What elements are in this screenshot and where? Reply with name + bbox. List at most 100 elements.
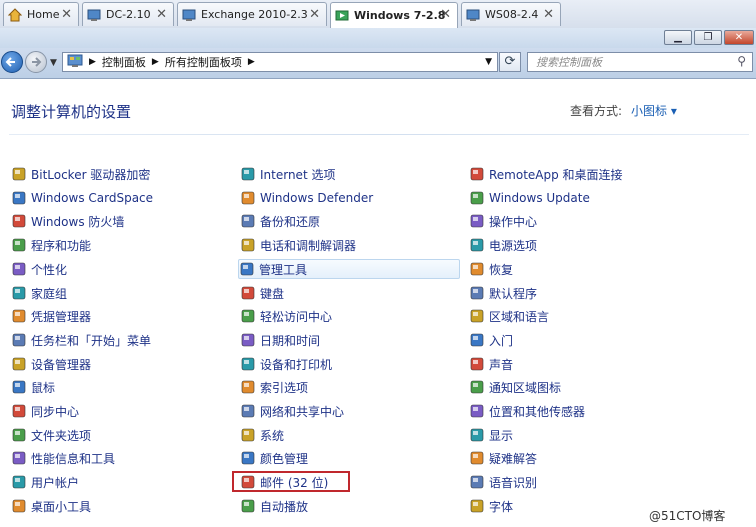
- control-panel-item[interactable]: 文件夹选项: [11, 425, 91, 445]
- control-panel-item[interactable]: 语音识别: [469, 472, 537, 492]
- close-tab-icon[interactable]: ✕: [543, 7, 554, 22]
- control-panel-item[interactable]: RemoteApp 和桌面连接: [469, 164, 623, 184]
- control-panel-item[interactable]: Windows CardSpace: [11, 188, 153, 208]
- address-dropdown-icon[interactable]: ▼: [485, 57, 492, 67]
- refresh-button[interactable]: ⟳: [499, 52, 521, 72]
- speech-icon: [469, 474, 485, 490]
- control-panel-item-label: Windows Update: [489, 191, 590, 205]
- recent-pages-dropdown[interactable]: ▼: [50, 58, 57, 68]
- control-panel-item[interactable]: 键盘: [240, 283, 284, 303]
- control-panel-item[interactable]: 声音: [469, 354, 513, 374]
- control-panel-item[interactable]: 恢复: [469, 259, 513, 279]
- watermark: @51CTO博客: [649, 509, 726, 523]
- control-panel-item[interactable]: Internet 选项: [240, 164, 335, 184]
- tab-dc[interactable]: DC-2.10 ✕: [82, 2, 174, 26]
- tab-label: Windows 7-2.8: [354, 9, 446, 22]
- control-panel-item-label: 颜色管理: [260, 451, 309, 466]
- control-panel-item[interactable]: 显示: [469, 425, 513, 445]
- personalization-icon: [11, 261, 27, 277]
- control-panel-item[interactable]: Windows Update: [469, 188, 590, 208]
- control-panel-item[interactable]: 疑难解答: [469, 448, 537, 468]
- close-tab-icon[interactable]: ✕: [156, 7, 167, 22]
- notification-icon: [469, 379, 485, 395]
- control-panel-item-label: 个性化: [31, 262, 68, 277]
- control-panel-item-label: 索引选项: [260, 380, 309, 395]
- control-panel-item[interactable]: 电源选项: [469, 235, 537, 255]
- tab-windows7[interactable]: Windows 7-2.8 ✕: [330, 2, 458, 28]
- control-panel-item-label: 系统: [260, 428, 285, 443]
- control-panel-item[interactable]: 自动播放: [240, 496, 308, 516]
- address-bar[interactable]: ▶ 控制面板 ▶ 所有控制面板项 ▶ ▼: [62, 52, 498, 72]
- breadcrumb-arrow-icon: ▶: [89, 57, 96, 67]
- control-panel-item-label: 任务栏和「开始」菜单: [31, 333, 152, 348]
- close-window-button[interactable]: ✕: [724, 30, 754, 45]
- control-panel-item[interactable]: 入门: [469, 330, 513, 350]
- control-panel-item-label: 凭据管理器: [31, 309, 92, 324]
- control-panel-item[interactable]: 颜色管理: [240, 448, 308, 468]
- control-panel-item-label: 字体: [489, 499, 514, 514]
- control-panel-item[interactable]: 凭据管理器: [11, 306, 91, 326]
- control-panel-item[interactable]: 性能信息和工具: [11, 448, 115, 468]
- control-panel-item[interactable]: Windows 防火墙: [11, 211, 124, 231]
- control-panel-item[interactable]: Windows Defender: [240, 188, 373, 208]
- back-button[interactable]: [1, 51, 23, 73]
- control-panel-item[interactable]: 网络和共享中心: [240, 401, 344, 421]
- control-panel-item[interactable]: 系统: [240, 425, 284, 445]
- control-panel-item[interactable]: 默认程序: [469, 283, 537, 303]
- control-panel-item[interactable]: 电话和调制解调器: [240, 235, 356, 255]
- breadcrumb-control-panel[interactable]: 控制面板: [102, 54, 146, 70]
- control-panel-item[interactable]: 桌面小工具: [11, 496, 91, 516]
- internet-options-icon: [240, 166, 256, 182]
- tab-home[interactable]: Home ✕: [3, 2, 79, 26]
- control-panel-item[interactable]: 管理工具: [238, 259, 460, 279]
- maximize-button[interactable]: ❐: [694, 30, 722, 45]
- close-tab-icon[interactable]: ✕: [61, 7, 72, 22]
- control-panel-item[interactable]: 同步中心: [11, 401, 79, 421]
- control-panel-item[interactable]: 家庭组: [11, 283, 67, 303]
- control-panel-item-label: 操作中心: [489, 214, 538, 229]
- control-panel-item[interactable]: 用户帐户: [11, 472, 79, 492]
- forward-button[interactable]: [25, 51, 47, 73]
- arrow-left-icon: [5, 57, 15, 67]
- tab-label: DC-2.10: [106, 8, 151, 21]
- close-tab-icon[interactable]: ✕: [440, 7, 451, 22]
- firewall-icon: [11, 213, 27, 229]
- search-icon[interactable]: ⚲: [737, 54, 746, 68]
- vm-play-icon: [335, 9, 349, 23]
- view-by-dropdown[interactable]: 小图标 ▾: [631, 102, 677, 119]
- control-panel-item[interactable]: 通知区域图标: [469, 377, 561, 397]
- control-panel-item[interactable]: 程序和功能: [11, 235, 91, 255]
- vm-icon: [182, 8, 196, 22]
- control-panel-item-label: Windows 防火墙: [31, 214, 125, 229]
- minimize-button[interactable]: ▁: [664, 30, 692, 45]
- control-panel-item[interactable]: 轻松访问中心: [240, 306, 332, 326]
- close-tab-icon[interactable]: ✕: [309, 7, 320, 22]
- control-panel-item[interactable]: 个性化: [11, 259, 67, 279]
- home-icon: [7, 7, 23, 22]
- control-panel-item[interactable]: 索引选项: [240, 377, 308, 397]
- tab-ws08[interactable]: WS08-2.4 ✕: [461, 2, 561, 26]
- search-input[interactable]: 搜索控制面板: [536, 54, 602, 70]
- control-panel-item[interactable]: 日期和时间: [240, 330, 320, 350]
- control-panel-item[interactable]: 备份和还原: [240, 211, 320, 231]
- breadcrumb-all-items[interactable]: 所有控制面板项: [165, 54, 242, 70]
- control-panel-item-label: 键盘: [260, 286, 285, 301]
- control-panel-item-label: BitLocker 驱动器加密: [31, 167, 151, 182]
- control-panel-item[interactable]: BitLocker 驱动器加密: [11, 164, 150, 184]
- control-panel-item-label: 轻松访问中心: [260, 309, 333, 324]
- control-panel-item[interactable]: 区域和语言: [469, 306, 549, 326]
- tab-exchange[interactable]: Exchange 2010-2.3 ✕: [177, 2, 327, 26]
- control-panel-item-label: 用户帐户: [31, 475, 80, 490]
- control-panel-item[interactable]: 字体: [469, 496, 513, 516]
- backup-icon: [240, 213, 256, 229]
- control-panel-item[interactable]: 位置和其他传感器: [469, 401, 585, 421]
- ease-of-access-icon: [240, 308, 256, 324]
- control-panel-item[interactable]: 设备管理器: [11, 354, 91, 374]
- control-panel-item[interactable]: 设备和打印机: [240, 354, 332, 374]
- control-panel-item[interactable]: 操作中心: [469, 211, 537, 231]
- control-panel-item-label: 备份和还原: [260, 214, 321, 229]
- control-panel-item[interactable]: 鼠标: [11, 377, 55, 397]
- search-box[interactable]: 搜索控制面板 ⚲: [527, 52, 753, 72]
- remoteapp-icon: [469, 166, 485, 182]
- control-panel-item[interactable]: 任务栏和「开始」菜单: [11, 330, 151, 350]
